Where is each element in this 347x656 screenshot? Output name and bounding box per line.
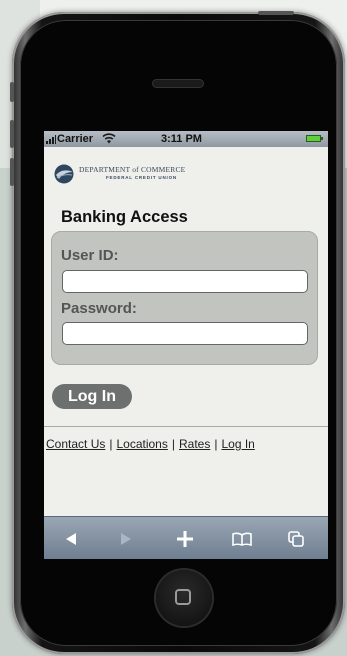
battery-icon	[306, 135, 323, 142]
add-icon	[177, 530, 193, 547]
carrier-name: Carrier	[57, 133, 94, 145]
password-input[interactable]	[62, 322, 308, 345]
footer-separator: |	[214, 437, 218, 451]
footer-link-rates[interactable]: Rates	[179, 437, 210, 451]
back-icon	[66, 532, 76, 545]
footer-link-locations[interactable]: Locations	[116, 437, 167, 451]
credit-union-logo-icon	[54, 164, 74, 184]
bookmarks-button[interactable]	[222, 517, 262, 559]
user-id-label: User ID:	[61, 247, 119, 264]
clock-time: 3:11 PM	[161, 133, 202, 145]
home-square-icon	[175, 589, 191, 605]
divider	[44, 426, 328, 427]
forward-button[interactable]	[106, 517, 146, 559]
volume-down-button	[10, 158, 14, 186]
sleep-button	[258, 11, 294, 15]
footer-separator: |	[109, 437, 113, 451]
page-title: Banking Access	[61, 208, 188, 226]
add-button[interactable]	[165, 517, 205, 559]
home-button[interactable]	[156, 570, 212, 626]
logo-title: DEPARTMENT of COMMERCE	[79, 165, 186, 174]
login-button[interactable]: Log In	[52, 384, 132, 409]
phone-screen: Carrier 3:11 PM DEPARTMENT of COMMERCE F…	[44, 131, 328, 559]
browser-toolbar	[44, 516, 328, 559]
signal-icon	[46, 134, 56, 144]
footer-link-log-in[interactable]: Log In	[221, 437, 254, 451]
wifi-icon	[102, 133, 116, 144]
pages-icon	[288, 530, 304, 547]
password-label: Password:	[61, 300, 137, 317]
earpiece-speaker	[153, 80, 203, 87]
logo-subtitle: FEDERAL CREDIT UNION	[106, 175, 177, 180]
footer-links: Contact Us | Locations | Rates | Log In	[46, 437, 255, 451]
user-id-input[interactable]	[62, 270, 308, 293]
pages-button[interactable]	[276, 517, 316, 559]
footer-link-contact-us[interactable]: Contact Us	[46, 437, 105, 451]
forward-icon	[121, 532, 131, 545]
bookmarks-icon	[232, 532, 252, 546]
login-form-panel: User ID: Password:	[51, 231, 318, 365]
volume-up-button	[10, 120, 14, 148]
ringer-switch	[10, 82, 14, 102]
status-bar: Carrier 3:11 PM	[44, 131, 328, 147]
footer-separator: |	[171, 437, 175, 451]
back-button[interactable]	[51, 517, 91, 559]
